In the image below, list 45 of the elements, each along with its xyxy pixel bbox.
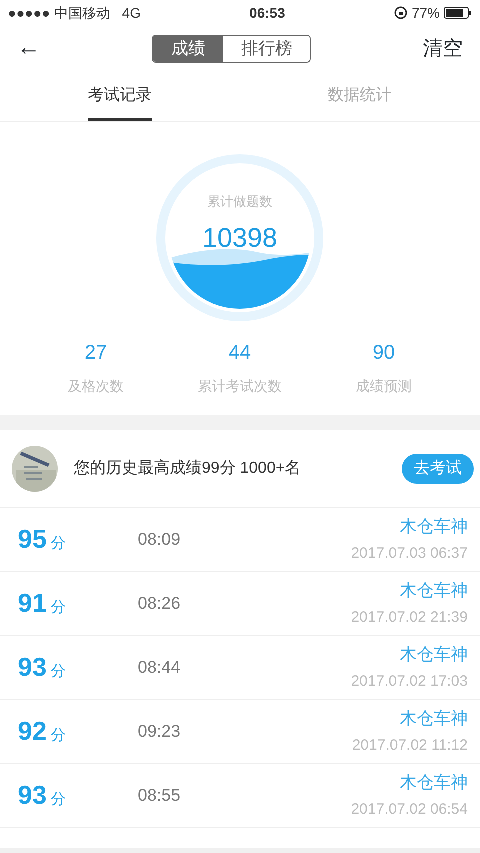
exam-duration: 08:44 [138, 656, 182, 679]
status-time: 06:53 [248, 4, 286, 22]
score-unit: 分 [50, 726, 66, 746]
exam-duration: 08:09 [138, 528, 182, 551]
network-type: 4G [122, 4, 141, 22]
stat-label: 累计考试次数 [197, 377, 283, 396]
score-unit: 分 [50, 598, 66, 618]
stat-label: 成绩预测 [355, 377, 413, 396]
exam-duration: 08:55 [138, 784, 182, 807]
best-score-text: 您的历史最高成绩99分 1000+名 [74, 458, 302, 478]
exam-duration: 08:26 [138, 592, 182, 615]
score-value: 93 [18, 651, 47, 684]
rotation-lock-icon [394, 6, 408, 20]
battery-percent: 77% [412, 4, 440, 22]
score-unit: 分 [50, 790, 66, 810]
score-unit: 分 [50, 534, 66, 554]
stat-label: 及格次数 [67, 377, 125, 396]
user-name: 木仓车神 [399, 516, 468, 538]
stat-value: 27 [84, 341, 108, 366]
score-unit: 分 [50, 662, 66, 682]
user-name: 木仓车神 [399, 644, 468, 666]
exam-duration: 09:23 [138, 720, 182, 743]
segment-tab[interactable]: 成绩 [153, 36, 224, 62]
back-button[interactable]: ← [16, 36, 42, 62]
exam-date: 2017.07.02 17:03 [351, 672, 468, 692]
user-name: 木仓车神 [399, 708, 468, 730]
signal-dots: ●●●●● [8, 4, 50, 22]
gauge-label: 累计做题数 [206, 193, 274, 211]
battery-icon [444, 7, 472, 19]
stat-value: 90 [372, 341, 396, 366]
user-name: 木仓车神 [399, 772, 468, 794]
exam-date: 2017.07.03 06:37 [351, 544, 468, 564]
user-name: 木仓车神 [399, 580, 468, 602]
exam-date: 2017.07.02 11:12 [352, 736, 468, 756]
score-value: 91 [18, 587, 47, 620]
score-value: 93 [18, 779, 47, 812]
exam-date: 2017.07.02 21:39 [351, 608, 468, 628]
clear-button[interactable]: 清空 [422, 33, 464, 65]
score-value: 92 [18, 715, 47, 748]
exam-date: 2017.07.02 06:54 [351, 800, 468, 820]
carrier-name: 中国移动 [54, 4, 110, 22]
question-count: 10398 [201, 222, 279, 254]
score-value: 95 [18, 523, 47, 556]
stat-value: 44 [228, 341, 252, 366]
tab[interactable]: 考试记录 [88, 72, 152, 121]
